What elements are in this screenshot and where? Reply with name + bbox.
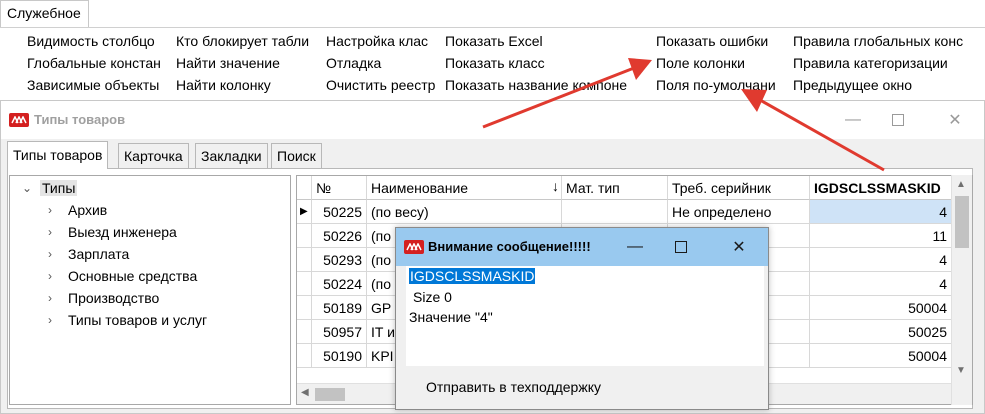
annotation-arrows (482, 58, 885, 172)
annotation-arrow-left (482, 66, 635, 129)
annotation-arrow-right (759, 98, 885, 172)
